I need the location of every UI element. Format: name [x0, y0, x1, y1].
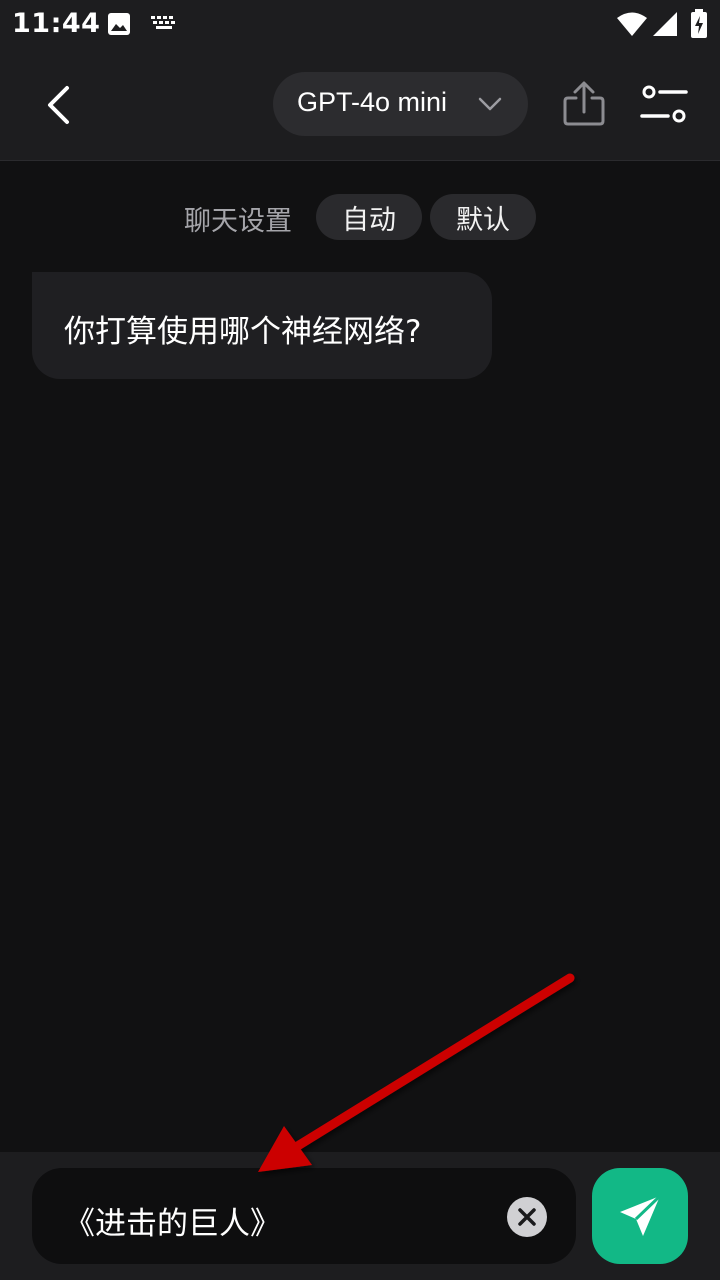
- model-name: GPT-4o mini: [297, 87, 448, 117]
- chat-settings-label: 聊天设置: [184, 206, 292, 237]
- input-area: 《进击的巨人》: [0, 1152, 720, 1280]
- assistant-message-bubble: 你打算使用哪个神经网络?: [32, 272, 492, 379]
- keyboard-icon: [151, 16, 175, 29]
- app-bar: GPT-4o mini: [0, 50, 720, 161]
- status-bar: 11:44: [0, 0, 720, 50]
- back-arrow-icon: [48, 86, 69, 124]
- chip-auto[interactable]: 自动: [316, 194, 422, 240]
- back-button[interactable]: [28, 70, 88, 140]
- message-input[interactable]: 《进击的巨人》: [32, 1168, 576, 1264]
- chevron-down-icon: [478, 97, 502, 111]
- settings-button[interactable]: [638, 80, 690, 128]
- clear-input-button[interactable]: [506, 1196, 548, 1238]
- chip-default[interactable]: 默认: [430, 194, 536, 240]
- send-icon: [620, 1194, 662, 1236]
- message-text: 你打算使用哪个神经网络?: [64, 314, 422, 350]
- annotation-arrow-icon: [258, 973, 575, 1172]
- battery-charging-icon: [691, 9, 707, 38]
- signal-icon: [653, 12, 677, 36]
- model-selector[interactable]: GPT-4o mini: [273, 72, 528, 136]
- share-icon: [563, 81, 605, 126]
- send-button[interactable]: [592, 1168, 688, 1264]
- wifi-icon: [617, 12, 647, 36]
- message-input-value: 《进击的巨人》: [64, 1206, 281, 1242]
- settings-sliders-icon: [640, 85, 688, 123]
- status-time: 11:44: [12, 8, 101, 39]
- image-icon: [108, 13, 130, 35]
- clear-icon: [507, 1197, 547, 1237]
- share-button[interactable]: [560, 80, 608, 128]
